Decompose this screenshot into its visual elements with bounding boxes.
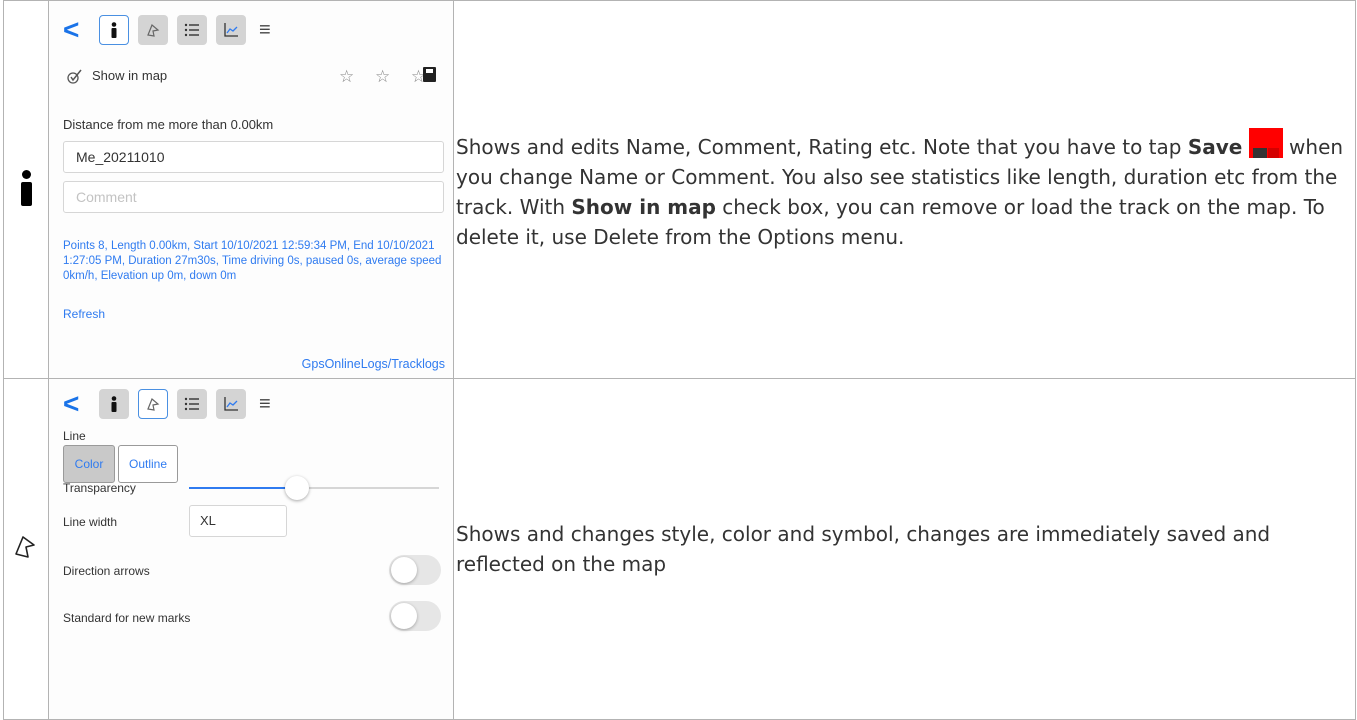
style-description: Shows and changes style, color and symbo… (456, 522, 1271, 576)
list-icon (184, 23, 199, 37)
table-row: < ≡ Show in map ☆ ☆ ☆ Distance from me m… (3, 0, 1356, 379)
outline-button[interactable]: Outline (118, 445, 178, 483)
show-in-map-label[interactable]: Show in map (92, 68, 167, 83)
info-icon (111, 22, 117, 38)
track-statistics: Points 8, Length 0.00km, Start 10/10/202… (63, 240, 442, 282)
direction-arrows-toggle[interactable] (389, 555, 441, 585)
tab-list[interactable] (177, 15, 207, 45)
save-keyword: Save (1187, 134, 1243, 159)
description-cell: Shows and changes style, color and symbo… (453, 378, 1356, 720)
line-width-field[interactable]: XL (189, 505, 287, 537)
toolbar: < ≡ (63, 15, 271, 45)
info-description: Shows and edits Name, Comment, Rating et… (456, 127, 1355, 252)
info-tab-screenshot: < ≡ Show in map ☆ ☆ ☆ Distance from me m… (49, 1, 453, 378)
description-cell: Shows and edits Name, Comment, Rating et… (453, 0, 1356, 379)
desc-text: Shows and edits Name, Comment, Rating et… (456, 134, 1188, 159)
tab-info[interactable] (99, 389, 129, 419)
table-row: < ≡ Line Color Outline Transparency Line… (3, 378, 1356, 720)
slider-fill (189, 487, 297, 489)
refresh-link[interactable]: Refresh (63, 307, 105, 321)
line-label: Line (63, 429, 86, 443)
list-icon (184, 397, 199, 411)
row-icon-cell (3, 0, 49, 379)
style-icon (147, 398, 160, 411)
menu-icon[interactable]: ≡ (259, 393, 271, 416)
tab-style[interactable] (138, 15, 168, 45)
save-icon (1248, 127, 1283, 158)
chart-icon (224, 397, 238, 411)
toolbar: < ≡ (63, 389, 271, 419)
style-icon (147, 24, 160, 37)
style-icon (15, 536, 35, 558)
show-in-map-keyword: Show in map (571, 194, 716, 219)
standard-marks-toggle[interactable] (389, 601, 441, 631)
toggle-knob (391, 603, 417, 629)
feature-table: < ≡ Show in map ☆ ☆ ☆ Distance from me m… (3, 0, 1356, 720)
style-tab-screenshot: < ≡ Line Color Outline Transparency Line… (49, 379, 453, 719)
name-input[interactable]: Me_20211010 (63, 141, 444, 173)
screenshot-cell: < ≡ Line Color Outline Transparency Line… (48, 378, 454, 720)
tab-info[interactable] (99, 15, 129, 45)
color-button[interactable]: Color (63, 445, 115, 483)
toggle-knob (391, 557, 417, 583)
transparency-slider[interactable] (189, 476, 439, 500)
standard-marks-label: Standard for new marks (63, 611, 191, 625)
back-button[interactable]: < (63, 16, 93, 44)
info-icon (19, 169, 33, 206)
comment-input[interactable]: Comment (63, 181, 444, 213)
back-button[interactable]: < (63, 390, 93, 418)
transparency-label: Transparency (63, 481, 136, 495)
slider-knob[interactable] (284, 476, 309, 500)
line-width-label: Line width (63, 515, 118, 529)
folder-path-link[interactable]: GpsOnlineLogs/Tracklogs (302, 357, 445, 371)
show-in-map-checkbox-icon[interactable] (65, 67, 83, 85)
screenshot-cell: < ≡ Show in map ☆ ☆ ☆ Distance from me m… (48, 0, 454, 379)
menu-icon[interactable]: ≡ (259, 19, 271, 42)
row-icon-cell (3, 378, 49, 720)
distance-label: Distance from me more than 0.00km (63, 117, 274, 132)
direction-arrows-label: Direction arrows (63, 564, 150, 578)
tab-chart[interactable] (216, 15, 246, 45)
tab-style[interactable] (138, 389, 168, 419)
tab-list[interactable] (177, 389, 207, 419)
chart-icon (224, 23, 238, 37)
tab-chart[interactable] (216, 389, 246, 419)
color-outline-selector: Color Outline (63, 445, 178, 483)
info-icon (111, 396, 117, 412)
save-icon[interactable] (423, 67, 436, 82)
rating-stars[interactable]: ☆ ☆ ☆ (339, 67, 434, 87)
